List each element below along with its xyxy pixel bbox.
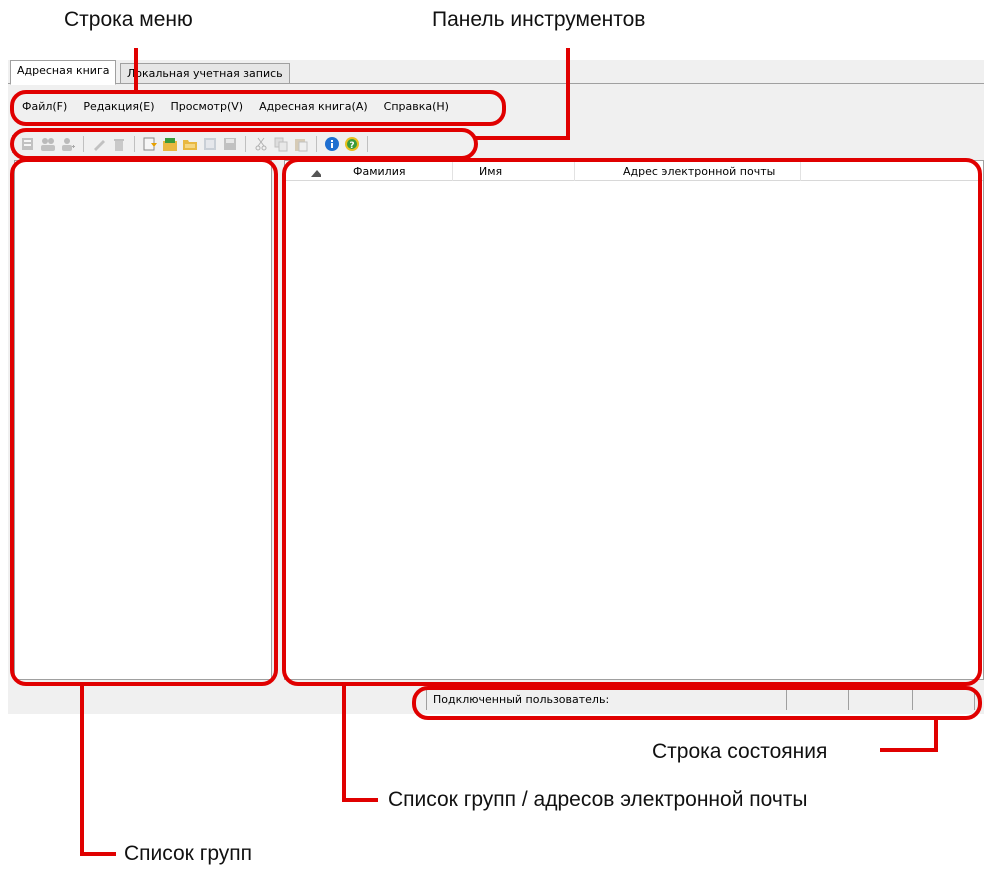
status-cell [974,690,984,710]
connector-group-v [80,686,84,856]
tab-bar: Адресная книга Локальная учетная запись [8,60,984,85]
menu-edit[interactable]: Редакция(E) [75,96,162,118]
status-cell [912,690,974,710]
status-bar: Подключенный пользователь: [8,686,984,714]
address-book-window: Адресная книга Локальная учетная запись … [8,60,984,714]
toolbar-separator [83,136,84,152]
tab-address-book[interactable]: Адресная книга [10,60,117,85]
address-list-panel[interactable]: Фамилия Имя Адрес электронной почты [284,160,984,680]
connector-toolbar-v [566,48,570,140]
help-icon[interactable]: ? [344,136,360,152]
connector-group-h [80,852,116,856]
callout-menu-bar: Строка меню [64,8,193,31]
callout-group-list: Список групп [124,842,253,865]
connector-menu-bar [134,48,138,92]
copy-book-icon[interactable] [202,136,218,152]
edit-icon[interactable] [91,136,107,152]
menu-help[interactable]: Справка(H) [376,96,457,118]
connector-toolbar-h [474,136,570,140]
sort-arrow-icon[interactable] [285,161,323,181]
menu-file[interactable]: Файл(F) [14,96,75,118]
connector-address-v [342,686,346,802]
copy-icon[interactable] [273,136,289,152]
connector-address-h [342,798,378,802]
toolbar-separator [245,136,246,152]
new-contact-icon[interactable] [20,136,36,152]
info-icon[interactable] [324,136,340,152]
delete-icon[interactable] [111,136,127,152]
column-header-first-name[interactable]: Имя [453,161,575,181]
save-icon[interactable] [222,136,238,152]
status-cell [848,690,912,710]
column-header-last-name[interactable]: Фамилия [347,161,453,181]
add-member-icon[interactable] [60,136,76,152]
open-folder-icon[interactable] [182,136,198,152]
toolbar-grip[interactable] [12,135,15,153]
new-group-icon[interactable] [40,136,56,152]
status-connected-user: Подключенный пользователь: [426,690,786,710]
toolbar-separator [367,136,368,152]
toolbar: ? [12,132,373,156]
status-cell [786,690,848,710]
menu-bar: Файл(F) Редакция(E) Просмотр(V) Адресная… [14,96,457,118]
list-header: Фамилия Имя Адрес электронной почты [285,161,983,181]
tab-local-account[interactable]: Локальная учетная запись [120,63,290,84]
export-icon[interactable] [162,136,178,152]
callout-toolbar: Панель инструментов [432,8,646,31]
import-icon[interactable] [142,136,158,152]
callout-group-address-list: Список групп / адресов электронной почты [388,788,808,811]
toolbar-separator [134,136,135,152]
callout-status-bar: Строка состояния [652,740,828,763]
toolbar-separator [316,136,317,152]
paste-icon[interactable] [293,136,309,152]
column-header-email[interactable]: Адрес электронной почты [575,161,801,181]
menu-address-book[interactable]: Адресная книга(A) [251,96,376,118]
connector-status-h [880,748,938,752]
cut-icon[interactable] [253,136,269,152]
menu-view[interactable]: Просмотр(V) [163,96,252,118]
connector-status-v [934,720,938,750]
svg-text:?: ? [349,141,354,151]
group-list-panel[interactable] [14,160,272,680]
